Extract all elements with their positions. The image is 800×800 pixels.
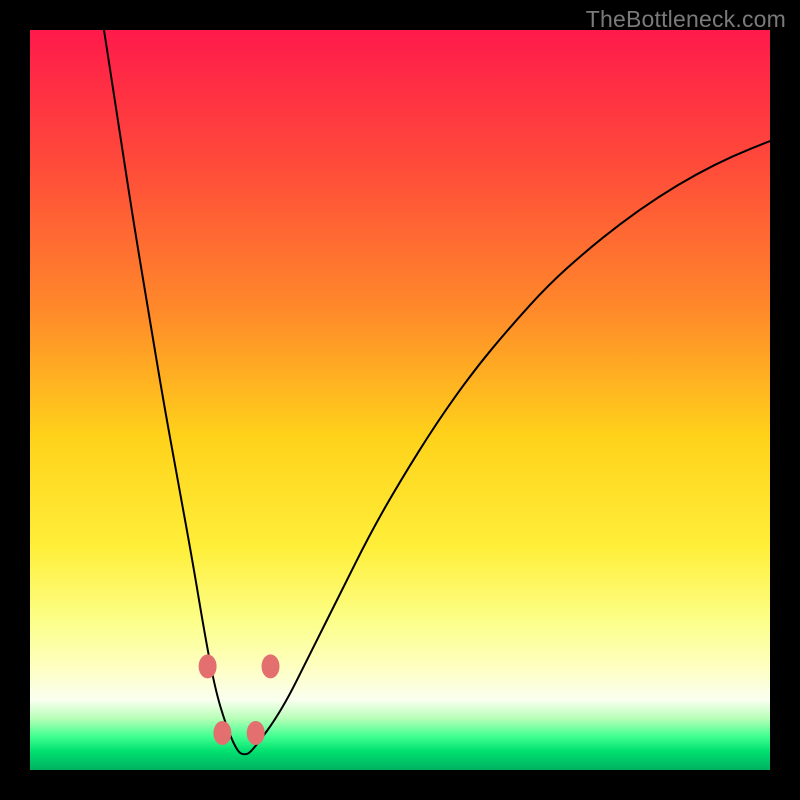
outer-frame: TheBottleneck.com bbox=[0, 0, 800, 800]
chart-background bbox=[30, 30, 770, 770]
watermark-label: TheBottleneck.com bbox=[586, 6, 786, 33]
dot-right-lower bbox=[247, 721, 265, 745]
dot-left-upper bbox=[199, 654, 217, 678]
chart-svg bbox=[30, 30, 770, 770]
dot-right-upper bbox=[262, 654, 280, 678]
dot-left-lower bbox=[213, 721, 231, 745]
chart-plot-area bbox=[30, 30, 770, 770]
